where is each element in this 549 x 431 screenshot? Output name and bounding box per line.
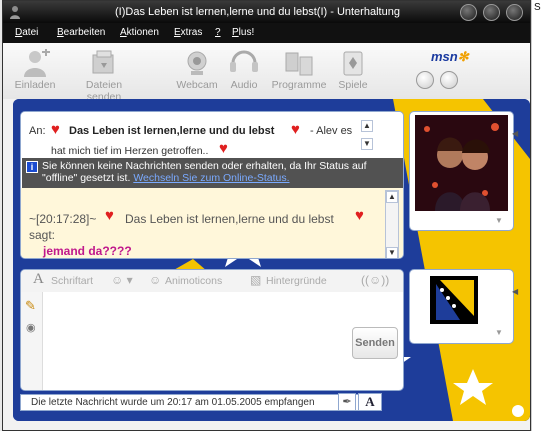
audio-icon <box>230 50 258 72</box>
maximize-button[interactable] <box>483 4 500 21</box>
compose-side-bar: ✎ ◉ <box>21 292 43 390</box>
games-label: Spiele <box>338 79 368 91</box>
menu-bearbeiten[interactable]: Bearbeiten <box>57 27 105 38</box>
invite-button[interactable]: Einladen <box>7 49 63 91</box>
heart-icon: ♥ <box>355 207 364 224</box>
heart-icon: ♥ <box>51 121 60 138</box>
my-picture-frame: ▼ <box>409 269 514 344</box>
conversation-window: (I)Das Leben ist lernen,lerne und du leb… <box>2 0 531 431</box>
menu-aktionen[interactable]: Aktionen <box>120 27 159 38</box>
menu-extras[interactable]: Extras <box>174 27 202 38</box>
to-header: An: ♥ Das Leben ist lernen,lerne und du … <box>21 112 403 158</box>
collapse-arrow-icon[interactable]: ◀ <box>512 129 518 138</box>
info-icon: i <box>26 161 38 173</box>
message-text: jemand da???? <box>43 244 132 258</box>
animoticons-button[interactable]: Animoticons <box>165 275 222 287</box>
contact-options-button[interactable] <box>416 71 434 89</box>
audio-button[interactable]: Audio <box>216 49 272 91</box>
text-mode-button[interactable]: A <box>358 393 382 411</box>
menu-datei[interactable]: Datei <box>15 27 38 38</box>
scroll-down-icon[interactable]: ▼ <box>386 247 398 258</box>
my-picture-dropdown-icon[interactable]: ▼ <box>495 328 503 337</box>
picture-dropdown-icon[interactable]: ▼ <box>495 216 503 225</box>
webcam-icon <box>187 51 207 75</box>
minimize-button[interactable] <box>460 4 477 21</box>
msn-logo: msn✻ <box>431 49 469 64</box>
my-display-picture[interactable] <box>430 276 478 324</box>
title-bar: (I)Das Leben ist lernen,lerne und du leb… <box>3 1 530 23</box>
webcam-label: Webcam <box>176 79 218 91</box>
nudge-icon[interactable]: ((☺)) <box>361 273 389 287</box>
scroll-up-icon[interactable]: ▲ <box>361 120 373 132</box>
audio-label: Audio <box>230 79 258 91</box>
offline-warning: i Sie können keine Nachrichten senden od… <box>22 158 403 188</box>
contact-name: Das Leben ist lernen,lerne und du lebst <box>69 125 275 137</box>
menu-help[interactable]: ? <box>215 27 221 38</box>
message-timestamp: ~[20:17:28]~ <box>29 212 97 226</box>
emoticon-settings-button[interactable] <box>440 71 458 89</box>
font-icon: A <box>33 271 44 287</box>
contact-picture-frame: ▼ <box>409 111 514 231</box>
window-title: (I)Das Leben ist lernen,lerne und du leb… <box>115 6 400 18</box>
heart-icon: ♥ <box>219 140 228 157</box>
handwriting-icon[interactable]: ✎ <box>25 298 36 314</box>
backgrounds-button[interactable]: Hintergründe <box>266 275 327 287</box>
message-history: ~[20:17:28]~ ♥ Das Leben ist lernen,lern… <box>21 188 403 258</box>
format-toolbar: A Schriftart ☺ ▾ ☺ Animoticons ▧ Hinterg… <box>21 270 403 292</box>
handwriting-mode-button[interactable]: ✒ <box>338 393 356 411</box>
menu-plus[interactable]: Plus! <box>232 27 254 38</box>
games-icon <box>343 51 363 76</box>
animoticon-icon: ☺ <box>149 273 162 287</box>
conversation-panel: An: ♥ Das Leben ist lernen,lerne und du … <box>20 111 404 259</box>
compose-panel: A Schriftart ☺ ▾ ☺ Animoticons ▧ Hinterg… <box>20 269 404 391</box>
scroll-up-icon[interactable]: ▲ <box>386 191 398 203</box>
send-files-icon <box>92 50 114 74</box>
voice-clip-icon[interactable]: ◉ <box>26 321 36 334</box>
to-label: An: <box>29 125 46 137</box>
programs-button[interactable]: Programme <box>267 49 331 91</box>
go-online-link[interactable]: Wechseln Sie zum Online-Status. <box>133 172 289 184</box>
status-text: Die letzte Nachricht wurde um 20:17 am 0… <box>31 397 315 408</box>
contact-name-suffix: - Alev es <box>310 125 353 137</box>
message-sender: Das Leben ist lernen,lerne und du lebst <box>125 212 334 226</box>
games-button[interactable]: Spiele <box>325 49 381 91</box>
programs-label: Programme <box>271 79 327 91</box>
emoticon-icon[interactable]: ☺ ▾ <box>111 273 133 287</box>
send-button[interactable]: Senden <box>352 327 398 359</box>
close-button[interactable] <box>506 4 523 21</box>
heart-icon: ♥ <box>105 207 114 224</box>
programs-icon <box>285 52 313 76</box>
background-window-edge: S <box>531 0 549 431</box>
heart-icon: ♥ <box>291 121 300 138</box>
contact-personal-message: hat mich tief im Herzen getroffen.. <box>51 145 209 157</box>
background-icon: ▧ <box>250 273 262 287</box>
menu-bar: Datei Bearbeiten Aktionen Extras ? Plus! <box>3 23 530 43</box>
scroll-down-icon[interactable]: ▼ <box>361 138 373 150</box>
invite-icon <box>24 49 50 77</box>
send-files-button[interactable]: Dateien senden <box>69 49 139 103</box>
message-says: sagt: <box>29 228 56 242</box>
collapse-arrow-icon[interactable]: ◀ <box>512 287 518 296</box>
contact-display-picture[interactable] <box>415 115 508 211</box>
history-scrollbar[interactable]: ▲ ▼ <box>385 190 399 258</box>
invite-label: Einladen <box>14 79 56 91</box>
font-button[interactable]: Schriftart <box>51 275 93 287</box>
status-bar: Die letzte Nachricht wurde um 20:17 am 0… <box>20 394 382 411</box>
msn-buddy-icon <box>10 6 20 19</box>
